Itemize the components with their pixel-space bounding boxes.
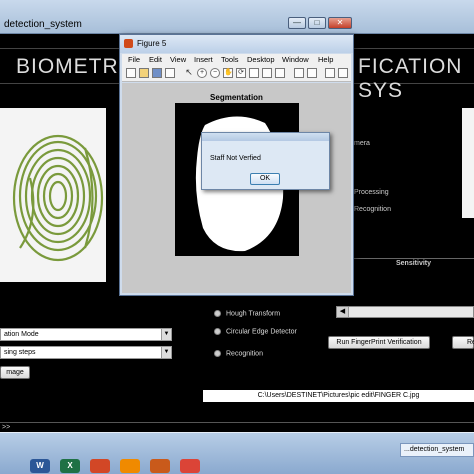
save-icon[interactable]	[152, 68, 162, 78]
radio-recognition[interactable]: Recognition	[214, 350, 263, 357]
powerpoint-app-icon[interactable]	[90, 459, 110, 473]
colorbar-icon[interactable]	[294, 68, 304, 78]
taskbar: ...detection_system WX	[0, 432, 474, 474]
show-plot-tools-icon[interactable]	[338, 68, 348, 78]
ok-button[interactable]: OK	[250, 173, 280, 185]
menu-window[interactable]: Window	[282, 55, 309, 64]
maximize-button[interactable]: □	[308, 17, 326, 29]
steps-dropdown[interactable]: sing steps ▼	[0, 346, 172, 359]
reset-button[interactable]: Re	[452, 336, 474, 349]
word-app-icon[interactable]: W	[30, 459, 50, 473]
dialog-message: Staff Not Verfied	[210, 155, 261, 162]
mode-dropdown[interactable]: ation Mode ▼	[0, 328, 172, 341]
radio-label: Recognition	[226, 350, 263, 358]
figure-toolbar: ↖ + − ✋ ⟳	[122, 66, 351, 82]
chevron-down-icon[interactable]: ▼	[161, 347, 171, 358]
close-button[interactable]: ✕	[328, 17, 352, 29]
fingerprint-image	[0, 108, 106, 282]
dropdown-value: sing steps	[4, 349, 36, 356]
sensitivity-slider[interactable]: ◀	[336, 306, 474, 318]
banner-text-right: FICATION SYS	[358, 55, 463, 102]
radio-hough-transform[interactable]: Hough Transform	[214, 310, 280, 317]
menu-tools[interactable]: Tools	[221, 55, 239, 64]
option-recognition-label: Recognition	[354, 206, 391, 213]
menu-help[interactable]: Help	[318, 55, 333, 64]
load-image-button[interactable]: mage	[0, 366, 30, 379]
sensitivity-label: Sensitivity	[396, 260, 432, 267]
chevron-down-icon[interactable]: ▼	[161, 329, 171, 340]
figure-menubar: File Edit View Insert Tools Desktop Wind…	[122, 54, 351, 66]
radio-label: Hough Transform	[226, 310, 281, 318]
pointer-icon[interactable]: ↖	[184, 68, 194, 78]
image-path-field: C:\Users\DESTINET\Pictures\pic edit\FING…	[203, 390, 474, 402]
main-titlebar: detection_system — □ ✕	[0, 0, 474, 34]
option-processing-label: Processing	[354, 189, 389, 196]
data-cursor-icon[interactable]	[249, 68, 259, 78]
radio-button-icon[interactable]	[214, 328, 221, 335]
pan-icon[interactable]: ✋	[223, 68, 233, 78]
command-prompt[interactable]: >>	[0, 422, 474, 432]
minimize-button[interactable]: —	[288, 17, 306, 29]
taskbar-item-detection-system[interactable]: ...detection_system	[400, 443, 474, 457]
zoom-out-icon[interactable]: −	[210, 68, 220, 78]
option-camera-label: mera	[354, 140, 370, 147]
dropdown-value: ation Mode	[4, 331, 39, 338]
excel-app-icon[interactable]: X	[60, 459, 80, 473]
fingerprint-graphic	[12, 134, 104, 262]
radio-button-icon[interactable]	[214, 310, 221, 317]
menu-view[interactable]: View	[170, 55, 186, 64]
message-dialog[interactable]: Staff Not Verfied OK	[201, 132, 330, 190]
matlab-figure-icon	[124, 39, 133, 48]
slider-left-arrow-icon[interactable]: ◀	[337, 307, 349, 317]
new-figure-icon[interactable]	[126, 68, 136, 78]
right-image-panel	[462, 108, 474, 218]
vlc-app-icon[interactable]	[120, 459, 140, 473]
link-icon[interactable]	[275, 68, 285, 78]
menu-desktop[interactable]: Desktop	[247, 55, 275, 64]
legend-icon[interactable]	[307, 68, 317, 78]
main-window-title: detection_system	[4, 19, 82, 30]
run-verification-button[interactable]: Run FingerPrint Verification	[328, 336, 430, 349]
hide-plot-tools-icon[interactable]	[325, 68, 335, 78]
chrome-app-icon[interactable]	[180, 459, 200, 473]
print-icon[interactable]	[165, 68, 175, 78]
brush-icon[interactable]	[262, 68, 272, 78]
dialog-titlebar	[202, 133, 329, 141]
menu-edit[interactable]: Edit	[149, 55, 162, 64]
rotate-icon[interactable]: ⟳	[236, 68, 246, 78]
figure-titlebar: Figure 5	[120, 35, 353, 53]
menu-insert[interactable]: Insert	[194, 55, 213, 64]
figure-title: Figure 5	[137, 39, 167, 48]
zoom-in-icon[interactable]: +	[197, 68, 207, 78]
plot-title: Segmentation	[210, 93, 263, 102]
radio-button-icon[interactable]	[214, 350, 221, 357]
matlab-app-icon[interactable]	[150, 459, 170, 473]
radio-circular-edge-detector[interactable]: Circular Edge Detector	[214, 328, 297, 335]
radio-label: Circular Edge Detector	[226, 328, 297, 336]
menu-file[interactable]: File	[128, 55, 140, 64]
open-file-icon[interactable]	[139, 68, 149, 78]
